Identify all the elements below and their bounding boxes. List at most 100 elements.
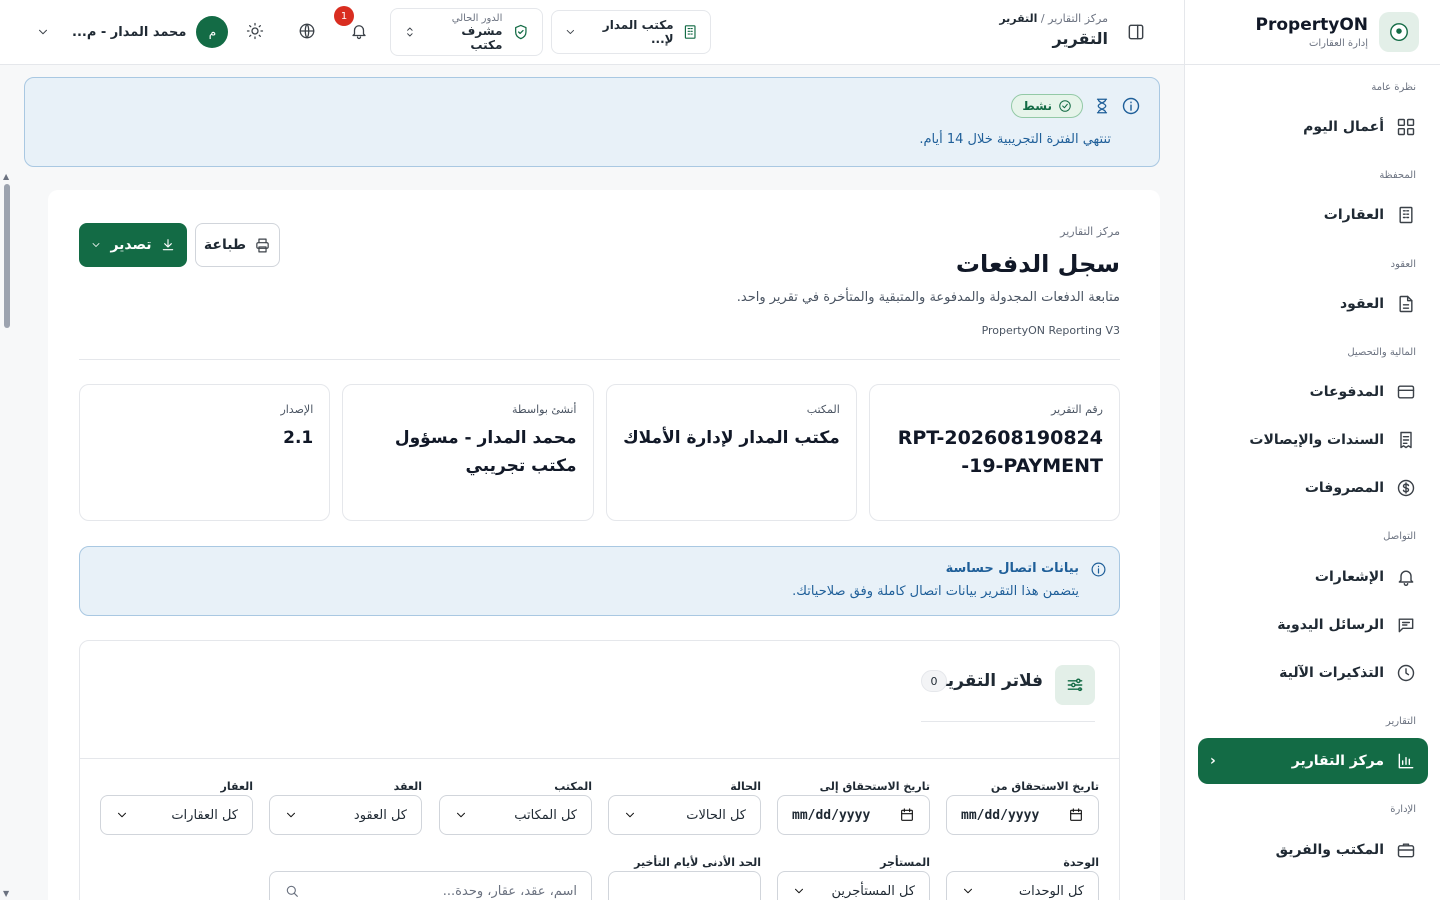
unit-select-value: كل الوحدات [1018, 883, 1084, 899]
sidebar-item-properties[interactable]: العقارات [1198, 192, 1428, 238]
report-description: متابعة الدفعات المجدولة والمدفوعة والمتب… [736, 290, 1120, 305]
meta-card-created-by: أنشئ بواسطة محمد المدار - مسؤول مكتب تجر… [342, 384, 594, 521]
meta-card-value: مكتب المدار لإدارة الأملاك [623, 428, 840, 448]
user-menu[interactable]: م محمد المدار - م... [36, 16, 229, 48]
calendar-icon[interactable] [1068, 807, 1084, 823]
trial-message: تنتهي الفترة التجريبية خلال 14 أيام. [919, 132, 1111, 147]
download-icon [162, 239, 173, 251]
briefcase-icon [1397, 843, 1415, 858]
filters-title: فلاتر التقرير [937, 671, 1043, 691]
bell-icon [352, 25, 366, 40]
date-to-label: تاريخ الاستحقاق إلى [819, 780, 930, 793]
status-label: الحالة [730, 780, 761, 793]
status-select[interactable]: كل الحالات [608, 795, 761, 835]
date-to-field: تاريخ الاستحقاق إلى mm/dd/yyyy [777, 780, 930, 835]
globe-icon [299, 23, 315, 39]
min-delay-input[interactable] [608, 871, 761, 900]
sun-icon [246, 22, 264, 40]
export-button[interactable]: تصدير [79, 223, 187, 267]
sensitive-title: بيانات اتصال حساسة [945, 561, 1079, 576]
section-portfolio: المحفظة [1379, 170, 1416, 181]
info-icon [1091, 562, 1106, 577]
contract-label: العقد [393, 780, 422, 793]
brand-subtitle: إدارة العقارات [1308, 38, 1368, 49]
search-placeholder: اسم، عقد، عقار، وحدة... [442, 883, 577, 899]
unit-field: الوحدة كل الوحدات [946, 856, 1099, 900]
print-button[interactable]: طباعة [195, 223, 280, 267]
office-select[interactable]: كل المكاتب [439, 795, 592, 835]
receipt-icon [1400, 431, 1412, 449]
avatar: م [196, 16, 229, 48]
sidebar-toggle-button[interactable] [1126, 22, 1146, 42]
property-select-value: كل العقارات [171, 807, 238, 823]
trial-banner: نشط تنتهي الفترة التجريبية خلال 14 أيام. [24, 77, 1160, 167]
sidebar-item-today[interactable]: أعمال اليوم [1198, 104, 1428, 150]
scroll-down-arrow[interactable]: ▼ [3, 889, 9, 898]
report-version: PropertyON Reporting V3 [981, 324, 1120, 337]
sidebar-item-label: المدفوعات [1309, 384, 1384, 400]
sidebar-item-auto-reminders[interactable]: التذكيرات الآلية [1198, 650, 1428, 696]
sidebar-item-receipts[interactable]: السندات والإيصالات [1198, 417, 1428, 463]
sidebar: PropertyON إدارة العقارات نظرة عامة أعما… [1184, 0, 1440, 900]
user-name: محمد المدار - م... [72, 24, 187, 40]
chevron-down-icon [795, 888, 803, 894]
contract-select[interactable]: كل العقود [269, 795, 422, 835]
chart-icon [1398, 753, 1414, 769]
tenant-select[interactable]: كل المستأجرين [777, 871, 930, 900]
notifications-button[interactable] [350, 22, 368, 40]
theme-toggle-button[interactable] [246, 22, 264, 40]
meta-card-value: 2.1 [283, 428, 314, 448]
grid-icon [1397, 118, 1415, 136]
sidebar-item-expenses[interactable]: المصروفات [1198, 465, 1428, 511]
sidebar-item-reports-center[interactable]: مركز التقارير ‹ [1198, 738, 1428, 784]
brand-name: PropertyON [1255, 15, 1369, 35]
sidebar-item-label: المصروفات [1304, 480, 1384, 496]
meta-card-report-number: رقم التقرير RPT-20260819082419-PAYMENT- [868, 384, 1120, 521]
sidebar-item-office-team[interactable]: المكتب والفريق [1198, 827, 1428, 873]
page-scrollbar[interactable]: ▲ ▼ [0, 170, 14, 900]
search-field: اسم، عقد، عقار، وحدة... [269, 856, 592, 900]
filters-icon-box [1055, 665, 1095, 705]
property-select[interactable]: كل العقارات [100, 795, 253, 835]
office-label: المكتب [554, 780, 592, 793]
min-delay-label: الحد الأدنى لأيام التأخير [634, 856, 761, 869]
contract-field: العقد كل العقود [269, 780, 422, 835]
scroll-up-arrow[interactable]: ▲ [3, 172, 9, 181]
topbar: مركز التقارير / التقرير التقرير مكتب الم… [0, 0, 1184, 65]
search-label [269, 856, 592, 869]
meta-card-office: المكتب مكتب المدار لإدارة الأملاك [605, 384, 857, 521]
search-input[interactable]: اسم، عقد، عقار، وحدة... [269, 871, 592, 900]
building-icon [1399, 206, 1413, 224]
sidebar-item-label: السندات والإيصالات [1249, 432, 1384, 448]
report-breadcrumb: مركز التقارير [1060, 225, 1120, 238]
sidebar-item-contracts[interactable]: العقود [1198, 281, 1428, 327]
sidebar-item-manual-messages[interactable]: الرسائل اليدوية [1198, 602, 1428, 648]
tenant-field: المستأجر كل المستأجرين [777, 856, 930, 900]
tenant-select-value: كل المستأجرين [831, 883, 915, 899]
date-to-value: mm/dd/yyyy [792, 807, 871, 823]
section-finance: المالية والتحصيل [1347, 347, 1416, 358]
unit-select[interactable]: كل الوحدات [946, 871, 1099, 900]
property-label: العقار [220, 780, 254, 793]
sidebar-item-payments[interactable]: المدفوعات [1198, 369, 1428, 415]
language-button[interactable] [298, 22, 316, 40]
property-field: العقار كل العقارات [100, 780, 253, 835]
tenant-label: المستأجر [880, 856, 930, 869]
date-to-input[interactable]: mm/dd/yyyy [777, 795, 930, 835]
meta-card-key: المكتب [806, 403, 840, 416]
info-icon [1122, 97, 1140, 115]
breadcrumb-parent[interactable]: مركز التقارير [1048, 12, 1108, 25]
scroll-thumb[interactable] [4, 184, 10, 328]
message-icon [1398, 618, 1414, 633]
meta-card-key: الإصدار [280, 403, 314, 416]
office-selector[interactable]: مكتب المدار لإ... [551, 10, 711, 54]
role-switcher[interactable]: الدور الحالي مشرف مكتب [390, 8, 543, 56]
date-from-input[interactable]: mm/dd/yyyy [946, 795, 1099, 835]
sidebar-item-label: المكتب والفريق [1275, 842, 1384, 858]
sidebar-item-notifications[interactable]: الإشعارات [1198, 554, 1428, 600]
sensitive-description: يتضمن هذا التقرير بيانات اتصال كاملة وفق… [792, 584, 1079, 599]
contract-select-value: كل العقود [353, 807, 407, 823]
breadcrumb-current: التقرير [999, 12, 1038, 25]
sidebar-item-label: الرسائل اليدوية [1277, 617, 1384, 633]
calendar-icon[interactable] [899, 807, 915, 823]
